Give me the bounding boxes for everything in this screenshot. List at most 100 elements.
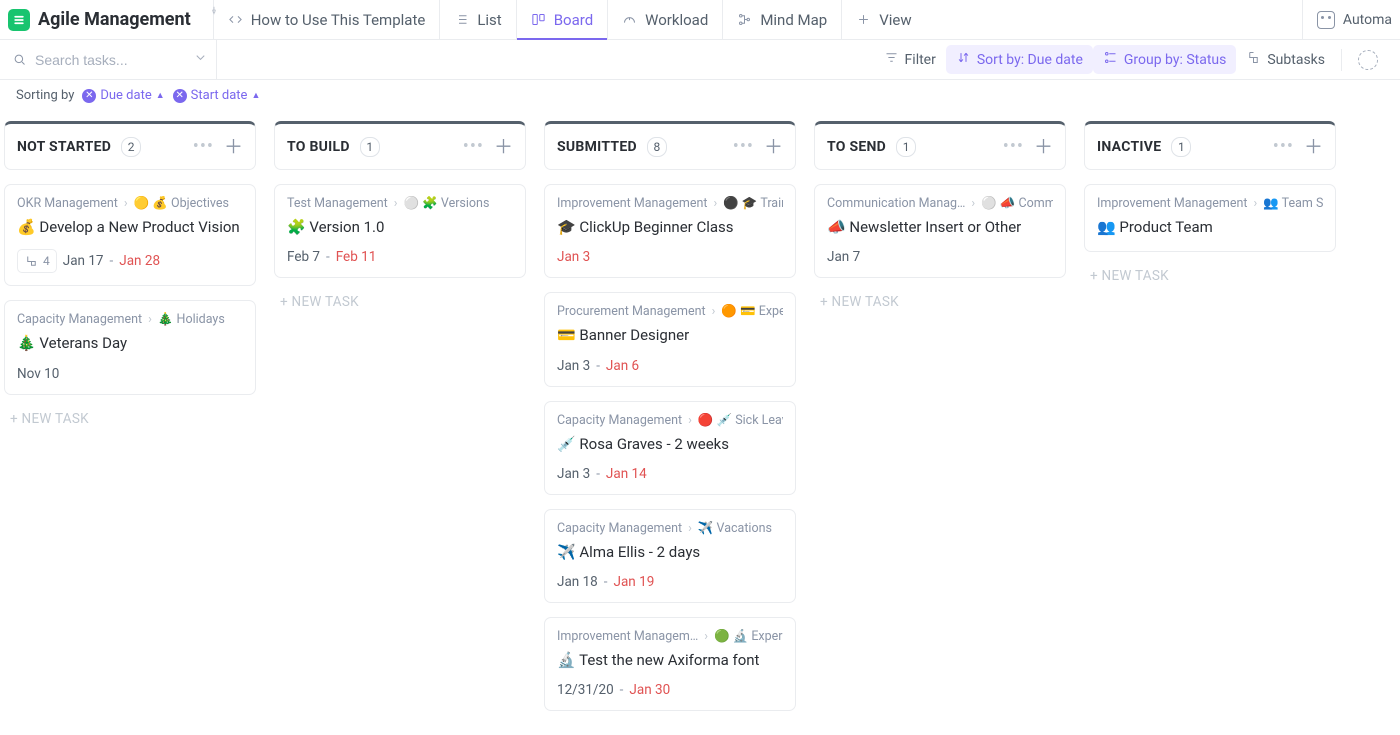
column-header[interactable]: SUBMITTED 8 ••• ＋ <box>544 121 796 170</box>
mindmap-icon <box>737 12 753 28</box>
tab-how-to-use[interactable]: How to Use This Template <box>213 0 440 40</box>
task-card[interactable]: Test Management › ⚪ 🧩 Versions 🧩 Version… <box>274 184 526 278</box>
crumb-space[interactable]: Improvement Management <box>557 196 707 211</box>
crumb-space[interactable]: Capacity Management <box>17 312 142 327</box>
tab-board[interactable]: Board <box>516 0 607 40</box>
start-date[interactable]: Jan 17 <box>63 253 104 269</box>
tab-label: Board <box>554 11 593 29</box>
task-title: 🎓 ClickUp Beginner Class <box>557 217 783 237</box>
start-date[interactable]: Jan 18 <box>557 574 598 590</box>
tab-add-view[interactable]: View <box>841 0 925 40</box>
breadcrumb: Capacity Management › ✈️ Vacations <box>557 521 783 536</box>
task-card[interactable]: Capacity Management › 🎄 Holidays 🎄 Veter… <box>4 300 256 394</box>
subtasks-button[interactable]: Subtasks <box>1236 45 1335 74</box>
column-menu-icon[interactable]: ••• <box>733 136 754 157</box>
crumb-list[interactable]: ⚪ 📣 Communica… <box>981 196 1053 211</box>
due-date[interactable]: Jan 14 <box>606 466 647 482</box>
column-menu-icon[interactable]: ••• <box>1273 136 1294 157</box>
column-menu-icon[interactable]: ••• <box>1003 136 1024 157</box>
task-card[interactable]: Improvement Management › ⚫ 🎓 Trainings 🎓… <box>544 184 796 278</box>
group-label: Group by: Status <box>1124 52 1226 68</box>
filter-button[interactable]: Filter <box>874 45 946 74</box>
tab-list[interactable]: List <box>439 0 515 40</box>
column-add-icon[interactable]: ＋ <box>1034 137 1053 156</box>
crumb-space[interactable]: Improvement Management <box>1097 196 1247 211</box>
column-add-icon[interactable]: ＋ <box>494 137 513 156</box>
remove-sort-icon[interactable]: ✕ <box>173 89 187 103</box>
crumb-list[interactable]: ⚪ 🧩 Versions <box>404 196 490 211</box>
crumb-space[interactable]: Procurement Management <box>557 304 706 319</box>
task-card[interactable]: Improvement Managem… › 🟢 🔬 Experime… 🔬 T… <box>544 617 796 711</box>
crumb-list[interactable]: 👥 Team Status <box>1263 196 1323 211</box>
tab-workload[interactable]: Workload <box>607 0 722 40</box>
crumb-space[interactable]: Capacity Management <box>557 521 682 536</box>
crumb-space[interactable]: Test Management <box>287 196 388 211</box>
filter-label: Filter <box>905 52 936 68</box>
column-header[interactable]: INACTIVE 1 ••• ＋ <box>1084 121 1336 170</box>
search-input[interactable] <box>35 52 175 68</box>
chevron-down-icon[interactable] <box>193 50 208 69</box>
crumb-space[interactable]: Communication Manag… <box>827 196 965 211</box>
due-date[interactable]: Jan 6 <box>606 358 639 374</box>
tab-mind-map[interactable]: Mind Map <box>722 0 841 40</box>
crumb-list[interactable]: ✈️ Vacations <box>698 521 772 536</box>
workload-icon <box>622 12 638 28</box>
search-box[interactable] <box>12 40 217 80</box>
search-icon <box>12 52 27 67</box>
task-card[interactable]: Improvement Management › 👥 Team Status 👥… <box>1084 184 1336 252</box>
crumb-space[interactable]: OKR Management <box>17 196 118 211</box>
crumb-list[interactable]: ⚫ 🎓 Trainings <box>723 196 783 211</box>
due-date[interactable]: Jan 19 <box>614 574 655 590</box>
toolbar: Filter Sort by: Due date Group by: Statu… <box>0 40 1400 80</box>
task-card[interactable]: Procurement Management › 🟠 💳 Expenses 💳 … <box>544 292 796 386</box>
column-header[interactable]: TO SEND 1 ••• ＋ <box>814 121 1066 170</box>
breadcrumb: Capacity Management › 🔴 💉 Sick Leave <box>557 413 783 428</box>
crumb-space[interactable]: Improvement Managem… <box>557 629 698 644</box>
start-date[interactable]: Jan 7 <box>827 249 860 265</box>
assignee-filter[interactable] <box>1348 45 1388 75</box>
remove-sort-icon[interactable]: ✕ <box>82 89 96 103</box>
group-button[interactable]: Group by: Status <box>1093 45 1236 74</box>
automations-button[interactable]: Automa <box>1302 0 1392 40</box>
crumb-list[interactable]: 🎄 Holidays <box>158 312 225 327</box>
sort-button[interactable]: Sort by: Due date <box>946 45 1093 74</box>
column-menu-icon[interactable]: ••• <box>193 136 214 157</box>
crumb-list[interactable]: 🟡 💰 Objectives <box>134 196 229 211</box>
due-date[interactable]: Jan 28 <box>119 253 160 269</box>
task-card[interactable]: Capacity Management › 🔴 💉 Sick Leave 💉 R… <box>544 401 796 495</box>
crumb-list[interactable]: 🟠 💳 Expenses <box>721 304 783 319</box>
start-date[interactable]: Jan 3 <box>557 466 590 482</box>
subtask-pill[interactable]: 4 <box>17 249 57 273</box>
sort-chip-start-date[interactable]: ✕ Start date ▲ <box>173 88 261 103</box>
column-add-icon[interactable]: ＋ <box>764 137 783 156</box>
crumb-list[interactable]: 🟢 🔬 Experime… <box>714 629 783 644</box>
column-header[interactable]: NOT STARTED 2 ••• ＋ <box>4 121 256 170</box>
new-task-button[interactable]: + NEW TASK <box>1084 266 1336 286</box>
due-date[interactable]: Jan 3 <box>557 249 590 265</box>
column-add-icon[interactable]: ＋ <box>1304 137 1323 156</box>
caret-up-icon: ▲ <box>251 90 260 101</box>
sort-label: Sort by: Due date <box>977 52 1083 68</box>
task-card[interactable]: Communication Manag… › ⚪ 📣 Communica… 📣 … <box>814 184 1066 278</box>
new-task-button[interactable]: + NEW TASK <box>4 409 256 429</box>
chevron-right-icon: › <box>148 312 152 327</box>
start-date[interactable]: Feb 7 <box>287 249 320 265</box>
new-task-button[interactable]: + NEW TASK <box>814 292 1066 312</box>
crumb-list[interactable]: 🔴 💉 Sick Leave <box>698 413 783 428</box>
start-date[interactable]: 12/31/20 <box>557 682 614 698</box>
column-header[interactable]: TO BUILD 1 ••• ＋ <box>274 121 526 170</box>
column-add-icon[interactable]: ＋ <box>224 137 243 156</box>
sort-chip-due-date[interactable]: ✕ Due date ▲ <box>82 88 164 103</box>
task-card[interactable]: OKR Management › 🟡 💰 Objectives 💰 Develo… <box>4 184 256 286</box>
start-date[interactable]: Nov 10 <box>17 366 59 382</box>
crumb-space[interactable]: Capacity Management <box>557 413 682 428</box>
start-date[interactable]: Jan 3 <box>557 358 590 374</box>
column-count: 1 <box>1171 137 1191 157</box>
task-card[interactable]: Capacity Management › ✈️ Vacations ✈️ Al… <box>544 509 796 603</box>
task-title: 🎄 Veterans Day <box>17 333 243 353</box>
chevron-right-icon: › <box>394 196 398 211</box>
due-date[interactable]: Feb 11 <box>336 249 377 265</box>
column-menu-icon[interactable]: ••• <box>463 136 484 157</box>
due-date[interactable]: Jan 30 <box>629 682 670 698</box>
new-task-button[interactable]: + NEW TASK <box>274 292 526 312</box>
